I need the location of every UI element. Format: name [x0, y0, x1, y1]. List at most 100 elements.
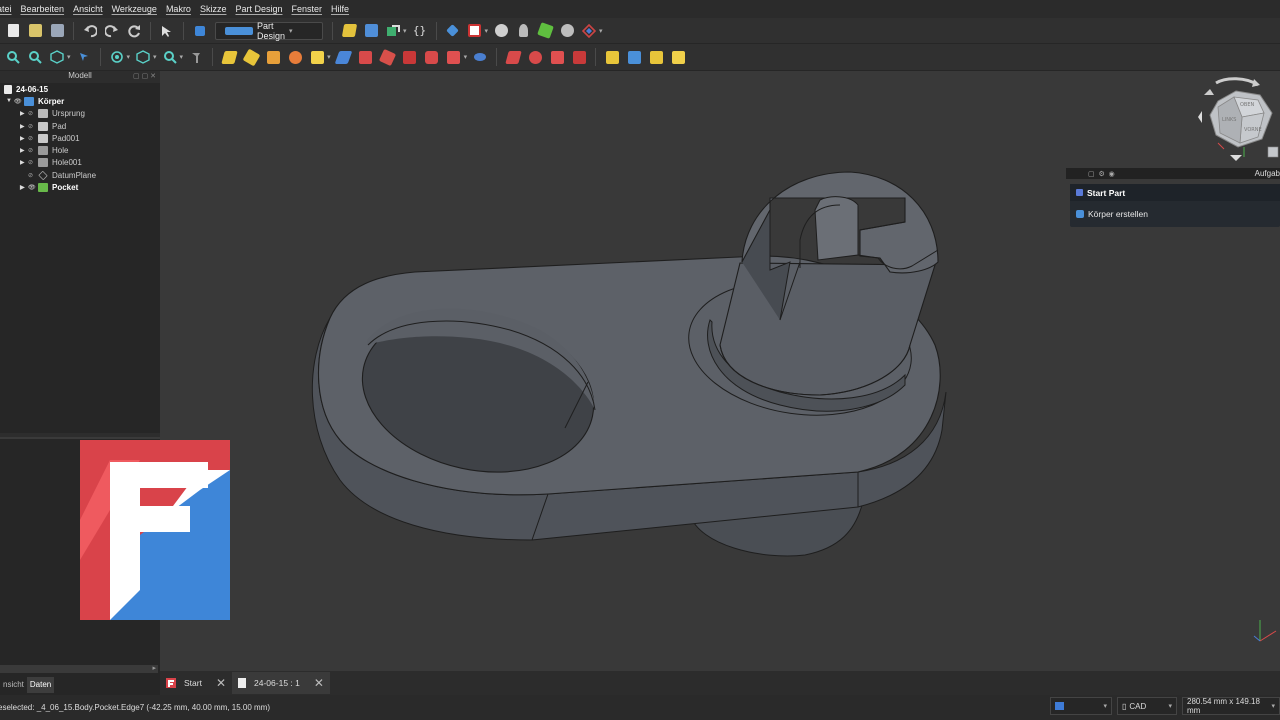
menu-fenster[interactable]: Fenster — [289, 4, 326, 14]
hole-icon — [38, 158, 48, 168]
tab-start[interactable]: Start ✕ — [160, 672, 232, 694]
measure-tool-icon[interactable] — [466, 22, 484, 40]
person-icon[interactable] — [514, 22, 532, 40]
panel-icons[interactable]: ▢ ⚙ ◉ — [1088, 170, 1115, 178]
tree-item-pad[interactable]: ▶ ⊘ Pad — [0, 120, 160, 132]
group-icon[interactable] — [362, 22, 380, 40]
pocket-icon[interactable] — [471, 48, 489, 66]
clone-icon[interactable] — [264, 48, 282, 66]
tab-daten[interactable]: Daten — [26, 677, 55, 693]
hole-icon[interactable] — [504, 48, 522, 66]
tree-item-hole001[interactable]: ▶ ⊘ Hole001 — [0, 157, 160, 169]
chevron-right-icon[interactable]: ▶ — [20, 159, 28, 166]
tree-item-ursprung[interactable]: ▶ ⊘ Ursprung — [0, 108, 160, 120]
tree-item-pocket[interactable]: ▶ 👁 Pocket — [0, 181, 160, 193]
draw-style-icon[interactable] — [108, 48, 126, 66]
close-icon[interactable]: ✕ — [314, 676, 324, 690]
menu-makro[interactable]: Makro — [163, 4, 194, 14]
revolution-icon[interactable] — [445, 48, 463, 66]
measure-icon[interactable] — [444, 22, 462, 40]
chevron-right-icon[interactable]: ▶ — [20, 110, 28, 117]
menu-skizze[interactable]: Skizze — [197, 4, 230, 14]
tree-item-pad001[interactable]: ▶ ⊘ Pad001 — [0, 132, 160, 144]
body-icon[interactable] — [220, 48, 238, 66]
visibility-icon[interactable]: ⊘ — [28, 147, 38, 154]
clear-icon[interactable] — [492, 22, 510, 40]
close-icon[interactable]: ✕ — [216, 676, 226, 690]
fillet-icon[interactable] — [570, 48, 588, 66]
zoom-fit-icon[interactable] — [4, 48, 22, 66]
horizontal-scrollbar[interactable]: ▸ — [0, 665, 158, 673]
local-cs-icon[interactable] — [401, 48, 419, 66]
document-row[interactable]: 24-06-15 — [0, 83, 160, 95]
select-arrow-icon[interactable] — [75, 48, 93, 66]
open-file-icon[interactable] — [26, 22, 44, 40]
chevron-down-icon[interactable]: ▼ — [6, 98, 14, 104]
whats-this-icon[interactable] — [158, 22, 176, 40]
datum-point-icon[interactable] — [378, 48, 397, 66]
chevron-right-icon[interactable]: ▶ — [20, 123, 28, 130]
menu-part-design[interactable]: Part Design — [232, 4, 285, 14]
visibility-icon[interactable]: 👁 — [28, 184, 38, 191]
visibility-icon[interactable]: ⊘ — [28, 135, 38, 142]
menu-werkzeuge[interactable]: Werkzeuge — [109, 4, 160, 14]
panel-buttons[interactable]: ▢ ▢ ✕ — [133, 72, 156, 80]
chevron-right-icon[interactable]: ▶ — [20, 135, 28, 142]
menu-hilfe[interactable]: Hilfe — [328, 4, 352, 14]
navigation-cube[interactable]: OBEN VORNE LINKS — [1196, 73, 1280, 165]
datum-plane-icon[interactable] — [334, 48, 353, 66]
menu-datei[interactable]: atei — [0, 4, 15, 14]
undo-icon[interactable] — [81, 22, 99, 40]
menu-ansicht[interactable]: Ansicht — [70, 4, 106, 14]
part-icon[interactable] — [340, 22, 358, 40]
macro-braces[interactable]: {} — [411, 22, 429, 40]
visibility-icon[interactable]: ⊘ — [28, 123, 38, 130]
visibility-icon[interactable]: ⊘ — [28, 172, 38, 179]
mirror-icon[interactable] — [603, 48, 621, 66]
overlay-selector[interactable]: ▾ — [1050, 697, 1112, 715]
task-title-label: Start Part — [1087, 187, 1126, 198]
chevron-down-icon: ▾ — [1103, 703, 1107, 710]
workbench-selector[interactable]: Part Design ▾ — [215, 21, 323, 41]
visibility-icon[interactable]: 👁 — [14, 98, 24, 105]
view-isometric-icon[interactable] — [48, 48, 66, 66]
zoom-selection-icon[interactable] — [26, 48, 44, 66]
create-body-action[interactable]: Körper erstellen — [1070, 201, 1280, 227]
3d-viewport[interactable] — [80, 71, 1280, 671]
navigation-style-selector[interactable]: ▯ CAD ▾ — [1117, 697, 1177, 715]
datum-line-icon[interactable] — [357, 48, 375, 66]
subtractive-icon[interactable] — [548, 48, 566, 66]
tab-document[interactable]: 24-06-15 : 1 ✕ — [232, 672, 330, 694]
tree-item-körper[interactable]: ▼ 👁 Körper — [0, 95, 160, 107]
save-icon[interactable] — [48, 22, 66, 40]
addon-icon[interactable] — [536, 22, 554, 40]
refresh-icon[interactable] — [125, 22, 143, 40]
groove-icon[interactable] — [526, 48, 544, 66]
shape-icon[interactable] — [580, 22, 598, 40]
linear-pattern-icon[interactable] — [625, 48, 643, 66]
visibility-icon[interactable]: ⊘ — [28, 159, 38, 166]
gnu-icon[interactable] — [558, 22, 576, 40]
tree-item-datumplane[interactable]: ⊘ DatumPlane — [0, 169, 160, 181]
multi-transform-icon[interactable] — [669, 48, 687, 66]
chevron-right-icon[interactable]: ▶ — [20, 184, 28, 191]
tool-icon[interactable] — [187, 48, 205, 66]
task-panel-header: ▢ ⚙ ◉ Aufgab — [1066, 168, 1280, 179]
dimension-display[interactable]: 280.54 mm x 149.18 mm ▾ — [1182, 697, 1280, 715]
polar-pattern-icon[interactable] — [647, 48, 665, 66]
3d-model[interactable] — [160, 71, 1280, 671]
sketch-icon[interactable] — [242, 48, 260, 66]
link-icon[interactable] — [384, 22, 402, 40]
menu-bearbeiten[interactable]: Bearbeiten — [18, 4, 68, 14]
attach-icon[interactable] — [286, 48, 304, 66]
visibility-icon[interactable]: ⊘ — [28, 110, 38, 117]
tab-ansicht[interactable]: nsicht — [0, 677, 27, 693]
std-views-icon[interactable] — [134, 48, 152, 66]
redo-icon[interactable] — [103, 22, 121, 40]
tree-item-hole[interactable]: ▶ ⊘ Hole — [0, 144, 160, 156]
chevron-right-icon[interactable]: ▶ — [20, 147, 28, 154]
shape-binder-icon[interactable] — [308, 48, 326, 66]
pad-icon[interactable] — [423, 48, 441, 66]
measure-zoom-icon[interactable] — [161, 48, 179, 66]
new-file-icon[interactable] — [4, 22, 22, 40]
